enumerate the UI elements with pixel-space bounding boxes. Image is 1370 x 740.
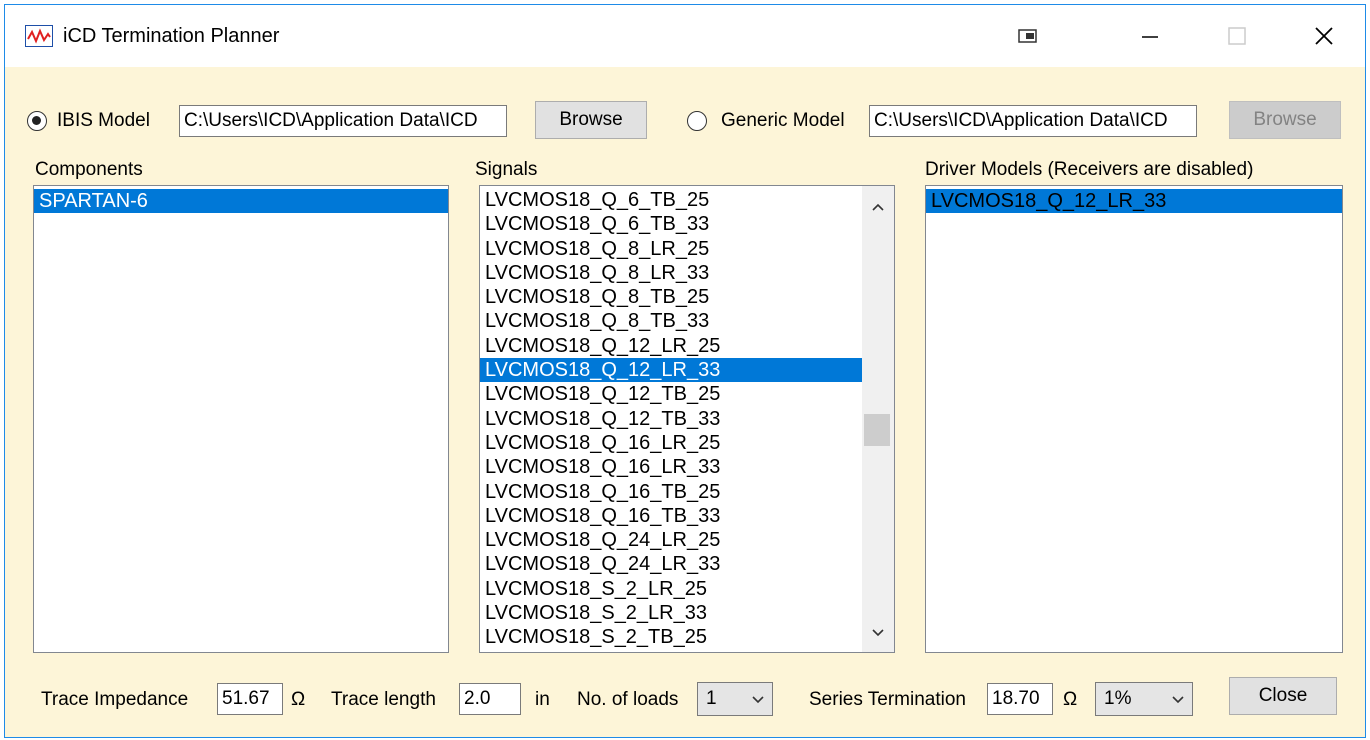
close-icon[interactable] xyxy=(1299,19,1349,53)
scroll-thumb[interactable] xyxy=(864,414,890,446)
length-unit: in xyxy=(535,689,550,710)
list-item[interactable]: LVCMOS18_Q_8_LR_25 xyxy=(480,237,862,261)
restore-icon[interactable] xyxy=(1003,19,1053,53)
loads-label: No. of loads xyxy=(577,689,679,710)
tolerance-dropdown[interactable]: 1% xyxy=(1095,682,1193,716)
ibis-model-label: IBIS Model xyxy=(57,110,150,131)
list-item[interactable]: LVCMOS18_Q_8_LR_33 xyxy=(480,261,862,285)
list-item[interactable]: LVCMOS18_Q_16_TB_25 xyxy=(480,480,862,504)
close-button[interactable]: Close xyxy=(1229,677,1337,715)
list-item[interactable]: LVCMOS18_Q_16_TB_33 xyxy=(480,504,862,528)
trace-length-label: Trace length xyxy=(331,689,436,710)
list-item[interactable]: LVCMOS18_Q_24_LR_25 xyxy=(480,528,862,552)
list-item[interactable]: LVCMOS18_Q_16_LR_33 xyxy=(480,455,862,479)
chevron-down-icon xyxy=(1172,683,1184,715)
list-item[interactable]: LVCMOS18_Q_16_LR_25 xyxy=(480,431,862,455)
waveform-app-icon xyxy=(25,25,53,47)
title-bar: iCD Termination Planner xyxy=(5,5,1365,67)
ibis-model-radio[interactable] xyxy=(27,111,47,131)
generic-model-label: Generic Model xyxy=(721,110,845,131)
trace-length-input[interactable]: 2.0 xyxy=(459,683,521,715)
trace-impedance-label: Trace Impedance xyxy=(41,689,189,710)
list-item[interactable]: LVCMOS18_Q_8_TB_33 xyxy=(480,309,862,333)
minimize-icon[interactable] xyxy=(1125,19,1175,53)
signals-list[interactable]: LVCMOS18_Q_6_TB_25 LVCMOS18_Q_6_TB_33 LVCM… xyxy=(479,185,895,653)
tolerance-value: 1% xyxy=(1104,688,1132,709)
components-list[interactable]: SPARTAN-6 xyxy=(33,185,449,653)
impedance-unit: Ω xyxy=(291,689,306,710)
trace-impedance-input[interactable]: 51.67 xyxy=(217,683,283,715)
driver-models-list[interactable]: LVCMOS18_Q_12_LR_33 xyxy=(925,185,1343,653)
chevron-down-icon xyxy=(752,683,764,715)
generic-path-input[interactable]: C:\Users\ICD\Application Data\ICD xyxy=(869,105,1197,137)
window-title: iCD Termination Planner xyxy=(63,25,280,47)
list-item[interactable]: LVCMOS18_Q_12_TB_25 xyxy=(480,382,862,406)
loads-dropdown[interactable]: 1 xyxy=(697,682,773,716)
app-window: iCD Termination Planner IBIS Model C:\Us… xyxy=(4,4,1366,738)
list-item[interactable]: LVCMOS18_Q_12_LR_25 xyxy=(480,334,862,358)
list-item[interactable]: LVCMOS18_S_2_LR_25 xyxy=(480,577,862,601)
signals-header: Signals xyxy=(475,159,538,180)
list-item[interactable]: LVCMOS18_S_2_LR_33 xyxy=(480,601,862,625)
list-item[interactable]: SPARTAN-6 xyxy=(34,189,448,214)
components-header: Components xyxy=(35,159,143,180)
signals-scrollbar[interactable] xyxy=(862,186,894,652)
list-item[interactable]: LVCMOS18_Q_8_TB_25 xyxy=(480,285,862,309)
series-termination-label: Series Termination xyxy=(809,689,967,710)
termination-unit: Ω xyxy=(1063,689,1078,710)
series-termination-input[interactable]: 18.70 xyxy=(987,683,1053,715)
scroll-down-icon[interactable] xyxy=(862,618,894,648)
scroll-up-icon[interactable] xyxy=(862,192,894,222)
ibis-path-input[interactable]: C:\Users\ICD\Application Data\ICD xyxy=(179,105,507,137)
generic-model-radio[interactable] xyxy=(687,111,707,131)
list-item[interactable]: LVCMOS18_Q_6_TB_33 xyxy=(480,212,862,236)
list-item[interactable]: LVCMOS18_Q_12_LR_33 xyxy=(926,189,1342,214)
ibis-browse-button[interactable]: Browse xyxy=(535,101,647,139)
generic-browse-button[interactable]: Browse xyxy=(1229,101,1341,139)
list-item[interactable]: LVCMOS18_S_2_TB_25 xyxy=(480,625,862,649)
list-item[interactable]: LVCMOS18_Q_12_LR_33 xyxy=(480,358,862,383)
maximize-icon[interactable] xyxy=(1212,19,1262,53)
driver-models-header: Driver Models (Receivers are disabled) xyxy=(925,159,1254,180)
list-item[interactable]: LVCMOS18_Q_12_TB_33 xyxy=(480,407,862,431)
list-item[interactable]: LVCMOS18_Q_6_TB_25 xyxy=(480,188,862,212)
loads-value: 1 xyxy=(706,688,717,709)
list-item[interactable]: LVCMOS18_Q_24_LR_33 xyxy=(480,552,862,576)
